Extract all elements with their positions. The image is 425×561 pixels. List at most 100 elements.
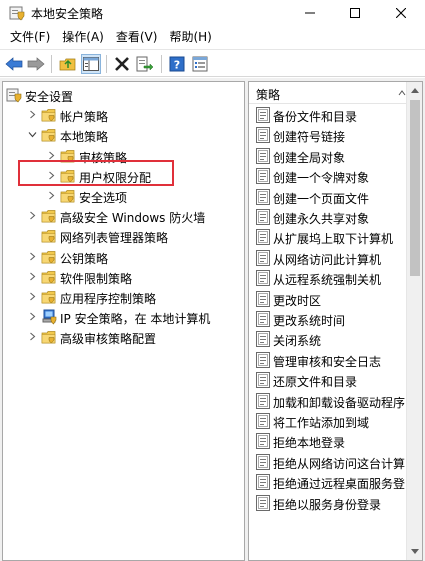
tree-item[interactable]: 安全设置 (3, 85, 244, 105)
show-hide-tree-icon[interactable] (81, 54, 101, 74)
list-item[interactable]: 从远程系统强制关机 (249, 268, 407, 288)
list-item[interactable]: 创建一个令牌对象 (249, 166, 407, 186)
policy-item-label: 拒绝以服务身份登录 (273, 497, 382, 512)
toolbar-separator (161, 55, 162, 73)
menu-view[interactable]: 查看(V) (110, 27, 164, 47)
expand-closed-icon[interactable] (47, 191, 56, 200)
menu-file[interactable]: 文件(F) (4, 27, 56, 47)
delete-icon[interactable] (112, 54, 132, 74)
folder-icon (41, 127, 57, 143)
tree-item[interactable]: 软件限制策略 (3, 267, 244, 287)
list-item[interactable]: 更改系统时间 (249, 309, 407, 329)
column-header-label: 策略 (256, 88, 281, 102)
policy-item-icon (256, 168, 270, 185)
highlight-box (18, 160, 174, 186)
tree-item[interactable]: IP 安全策略，在 本地计算机 (3, 307, 244, 327)
expand-closed-icon[interactable] (28, 332, 37, 341)
policy-item-label: 还原文件和目录 (273, 375, 358, 390)
list-item[interactable]: 从网络访问此计算机 (249, 248, 407, 268)
policy-item-label: 备份文件和目录 (273, 110, 358, 124)
scroll-thumb[interactable] (410, 100, 420, 276)
expand-closed-icon[interactable] (28, 110, 37, 119)
policy-item-label: 创建符号链接 (273, 130, 346, 145)
policy-item-icon (256, 433, 270, 450)
maximize-button[interactable] (332, 0, 377, 26)
policy-item-label: 更改时区 (273, 293, 322, 308)
policy-item-label: 创建永久共享对象 (273, 212, 370, 226)
policy-item-label: 管理审核和安全日志 (273, 354, 382, 369)
column-header-policy[interactable]: 策略 (249, 82, 407, 104)
policy-item-label: 拒绝本地登录 (273, 436, 346, 451)
expand-open-icon[interactable] (28, 130, 37, 139)
expand-closed-icon[interactable] (28, 211, 37, 220)
policy-item-label: 创建全局对象 (273, 150, 346, 165)
policy-item-icon (256, 249, 270, 266)
policy-item-label: 创建一个令牌对象 (273, 171, 370, 186)
collapse-header-icon[interactable] (398, 86, 406, 100)
list-item[interactable]: 创建永久共享对象 (249, 207, 407, 227)
expand-closed-icon[interactable] (28, 272, 37, 281)
menu-action[interactable]: 操作(A) (56, 27, 110, 47)
expand-closed-icon[interactable] (28, 292, 37, 301)
list-item[interactable]: 创建符号链接 (249, 125, 407, 145)
policy-item-label: 拒绝通过远程桌面服务登 (273, 477, 406, 492)
folder-icon (41, 329, 57, 345)
list-item[interactable]: 管理审核和安全日志 (249, 350, 407, 370)
up-folder-icon[interactable] (58, 54, 78, 74)
tree-item[interactable]: 公钥策略 (3, 247, 244, 267)
list-item[interactable]: 关闭系统 (249, 329, 407, 349)
expand-closed-icon[interactable] (28, 252, 37, 261)
tree-item[interactable]: 安全选项 (3, 186, 244, 206)
list-item[interactable]: 拒绝本地登录 (249, 431, 407, 451)
list-item[interactable]: 加载和卸载设备驱动程序 (249, 391, 407, 411)
expand-closed-icon[interactable] (47, 151, 56, 160)
back-arrow-icon[interactable] (4, 54, 24, 74)
minimize-button[interactable] (287, 0, 332, 26)
list-item[interactable]: 拒绝通过远程桌面服务登 (249, 472, 407, 492)
policy-item-label: 从网络访问此计算机 (273, 252, 382, 267)
list-item[interactable]: 拒绝以服务身份登录 (249, 493, 407, 513)
tree-item[interactable]: 高级安全 Windows 防火墙 (3, 206, 244, 226)
tree-item[interactable]: 应用程序控制策略 (3, 287, 244, 307)
list-item[interactable]: 创建一个页面文件 (249, 187, 407, 207)
policy-item-icon (256, 209, 270, 225)
policy-item-icon (256, 290, 270, 307)
policy-item-icon (256, 474, 270, 491)
list-item[interactable]: 备份文件和目录 (249, 105, 407, 125)
list-item[interactable]: 创建全局对象 (249, 146, 407, 166)
window-title: 本地安全策略 (31, 7, 104, 21)
tree-item[interactable]: 本地策略 (3, 125, 244, 145)
expand-closed-icon[interactable] (28, 312, 37, 321)
policy-item-icon (256, 494, 270, 511)
list-item[interactable]: 从扩展坞上取下计算机 (249, 227, 407, 247)
menu-help[interactable]: 帮助(H) (163, 27, 217, 47)
folder-icon (41, 269, 57, 285)
properties-icon[interactable] (190, 54, 210, 74)
list-item[interactable]: 还原文件和目录 (249, 370, 407, 390)
policy-item-label: 创建一个页面文件 (273, 191, 370, 206)
tree-item-label: 网络列表管理器策略 (60, 231, 169, 246)
tree-item-label: 软件限制策略 (60, 271, 133, 286)
help-icon[interactable]: ? (167, 54, 187, 74)
folder-icon (41, 228, 57, 244)
policy-item-icon (256, 331, 270, 348)
folder-icon (41, 107, 57, 123)
toolbar: ? (0, 49, 425, 77)
tree-item[interactable]: 帐户策略 (3, 105, 244, 125)
scroll-up-arrow-icon[interactable] (407, 82, 422, 98)
policy-item-label: 将工作站添加到域 (273, 416, 370, 430)
list-item[interactable]: 将工作站添加到域 (249, 411, 407, 431)
forward-arrow-icon[interactable] (26, 54, 46, 74)
export-list-icon[interactable] (135, 54, 155, 74)
tree-item[interactable]: 网络列表管理器策略 (3, 226, 244, 246)
scroll-down-arrow-icon[interactable] (407, 544, 422, 560)
list-item[interactable]: 拒绝从网络访问这台计算 (249, 452, 407, 472)
close-button[interactable] (377, 0, 425, 26)
tree-item-label: 高级审核策略配置 (60, 332, 157, 347)
list-item[interactable]: 更改时区 (249, 289, 407, 309)
title-bar: 本地安全策略 (0, 0, 425, 26)
tree-item[interactable]: 高级审核策略配置 (3, 327, 244, 347)
vertical-scrollbar[interactable] (406, 82, 422, 560)
policy-item-icon (256, 188, 270, 205)
tree-item-label: 高级安全 Windows 防火墙 (60, 211, 206, 226)
